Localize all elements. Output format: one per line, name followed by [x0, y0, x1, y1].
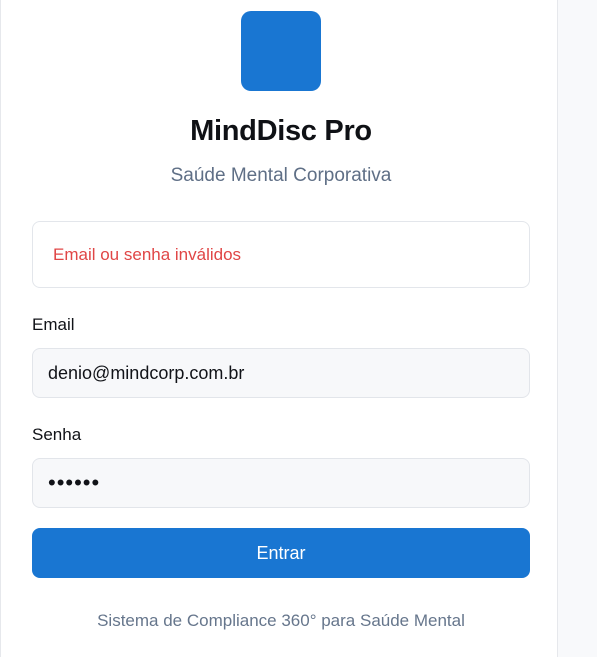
app-subtitle: Saúde Mental Corporativa: [170, 165, 392, 186]
email-field[interactable]: [32, 348, 530, 398]
error-message: Email ou senha inválidos: [53, 244, 242, 264]
password-label: Senha: [32, 425, 82, 444]
app-title: MindDisc Pro: [190, 115, 372, 147]
error-alert: Email ou senha inválidos: [32, 221, 530, 288]
password-field[interactable]: [32, 458, 530, 508]
email-label: Email: [32, 315, 75, 334]
login-screen: MindDisc Pro Saúde Mental Corporativa Em…: [0, 0, 597, 657]
app-logo-icon: [241, 11, 321, 91]
login-card: MindDisc Pro Saúde Mental Corporativa Em…: [0, 0, 558, 657]
login-button[interactable]: Entrar: [32, 528, 530, 578]
footer-tagline: Sistema de Compliance 360° para Saúde Me…: [97, 611, 465, 630]
